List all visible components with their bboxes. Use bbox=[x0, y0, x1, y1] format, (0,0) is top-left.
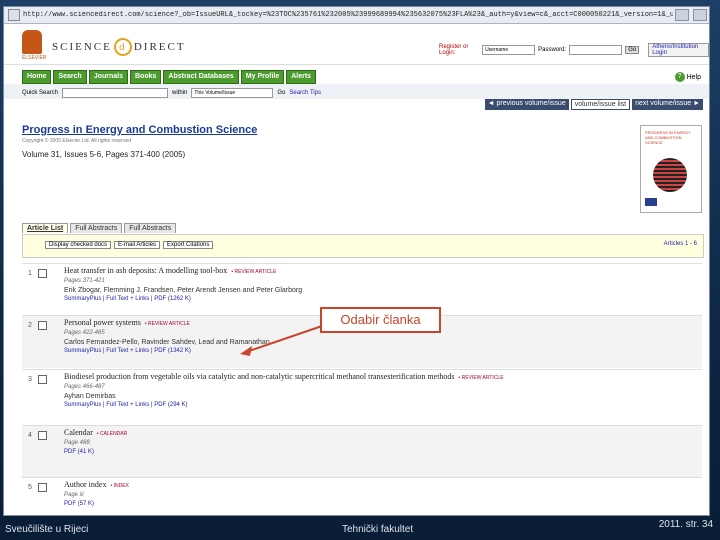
slide-footer: Sveučilište u Rijeci Tehnički fakultet 2… bbox=[0, 516, 720, 540]
footer-page: 2011. str. 34 bbox=[658, 519, 713, 530]
footer-university: Sveučilište u Rijeci bbox=[5, 524, 89, 535]
footer-faculty: Tehnički fakultet bbox=[342, 524, 414, 535]
callout-arrow bbox=[240, 325, 323, 356]
